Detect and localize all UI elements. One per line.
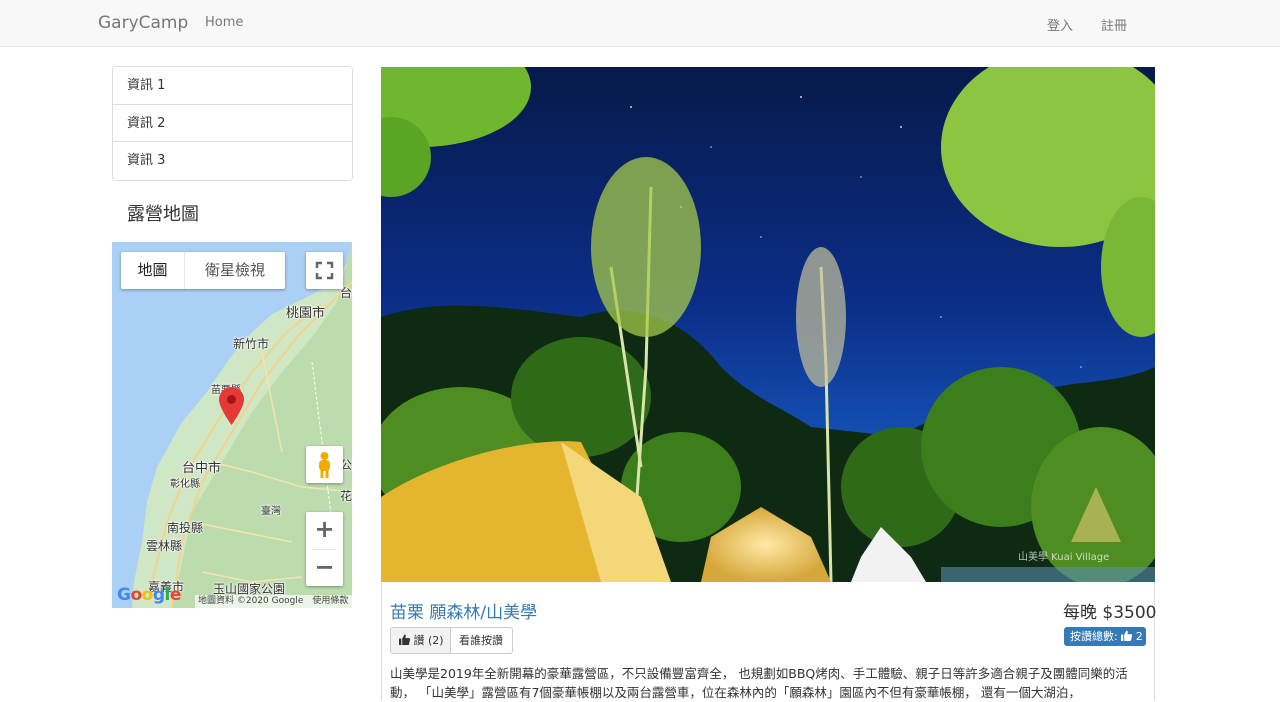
zoom-in-button[interactable]: + [306, 512, 343, 549]
zoom-out-button[interactable]: − [306, 550, 343, 587]
campsite-photo-image: 山美學 Kuai Village [381, 67, 1155, 582]
map-label-taoyuan: 桃園市 [286, 306, 326, 321]
campsite-price: 每晚 $3500 [1063, 603, 1157, 623]
who-liked-button[interactable]: 看誰按讚 [451, 627, 513, 654]
street-view-button[interactable] [306, 446, 343, 483]
list-item-info-1[interactable]: 資訊 1 [113, 67, 352, 105]
fullscreen-icon [315, 261, 334, 280]
map-type-satellite-button[interactable]: 衛星檢視 [185, 252, 285, 289]
like-button[interactable]: 讚 (2) [390, 627, 451, 654]
map-type-map-button[interactable]: 地圖 [121, 252, 185, 289]
campsite-description: 山美學是2019年全新開幕的豪華露營區，不只設備豐富齊全， 也規劃如BBQ烤肉、… [390, 666, 1128, 700]
map-label-tai: 台 [340, 286, 352, 300]
top-navbar: GaryCamp Home 登入 註冊 [0, 0, 1280, 47]
campsite-map[interactable]: 地圖 衛星檢視 桃園市 台 新竹市 苗栗縣 台中市 公 彰化縣 花 臺灣 南投縣… [112, 242, 352, 608]
pegman-icon [319, 452, 330, 478]
total-likes-label: 按讚總數: [1070, 630, 1118, 643]
info-list: 資訊 1 資訊 2 資訊 3 [112, 66, 353, 181]
thumbs-up-icon [1121, 630, 1133, 641]
photo-watermark: 山美學 Kuai Village [1018, 550, 1109, 563]
login-link[interactable]: 登入 [1047, 15, 1073, 34]
brand-link[interactable]: GaryCamp [98, 13, 188, 33]
map-label-nantou: 南投縣 [167, 521, 204, 535]
register-link[interactable]: 註冊 [1101, 15, 1127, 34]
map-heading: 露營地圖 [127, 204, 199, 225]
location-pin-icon[interactable] [219, 387, 244, 425]
campsite-photo: 山美學 Kuai Village [381, 67, 1155, 582]
like-button-label: 讚 (2) [413, 634, 444, 647]
map-label-yunlin: 雲林縣 [146, 539, 183, 553]
map-label-taiwan: 臺灣 [261, 506, 281, 517]
map-type-control: 地圖 衛星檢視 [121, 252, 285, 289]
nav-home-link[interactable]: Home [205, 15, 243, 30]
map-label-changhua: 彰化縣 [170, 479, 200, 490]
map-label-hsinchu: 新竹市 [233, 337, 270, 351]
thumbs-up-icon [399, 634, 411, 645]
list-item-info-2[interactable]: 資訊 2 [113, 104, 352, 142]
total-likes-count: 2 [1135, 630, 1143, 643]
zoom-control: + − [306, 512, 343, 586]
map-attribution[interactable]: 地圖資料 ©2020 Google 使用條款 [195, 595, 352, 608]
map-label-taichung: 台中市 [182, 461, 222, 476]
campsite-title-link[interactable]: 苗栗 願森林/山美學 [390, 598, 537, 623]
total-likes-badge: 按讚總數: 2 [1064, 627, 1146, 646]
list-item-info-3[interactable]: 資訊 3 [113, 142, 352, 180]
map-label-hualien: 花 [340, 489, 352, 503]
fullscreen-button[interactable] [306, 252, 343, 289]
google-logo[interactable]: Google [117, 585, 181, 605]
like-button-group: 讚 (2) 看誰按讚 [390, 627, 513, 654]
